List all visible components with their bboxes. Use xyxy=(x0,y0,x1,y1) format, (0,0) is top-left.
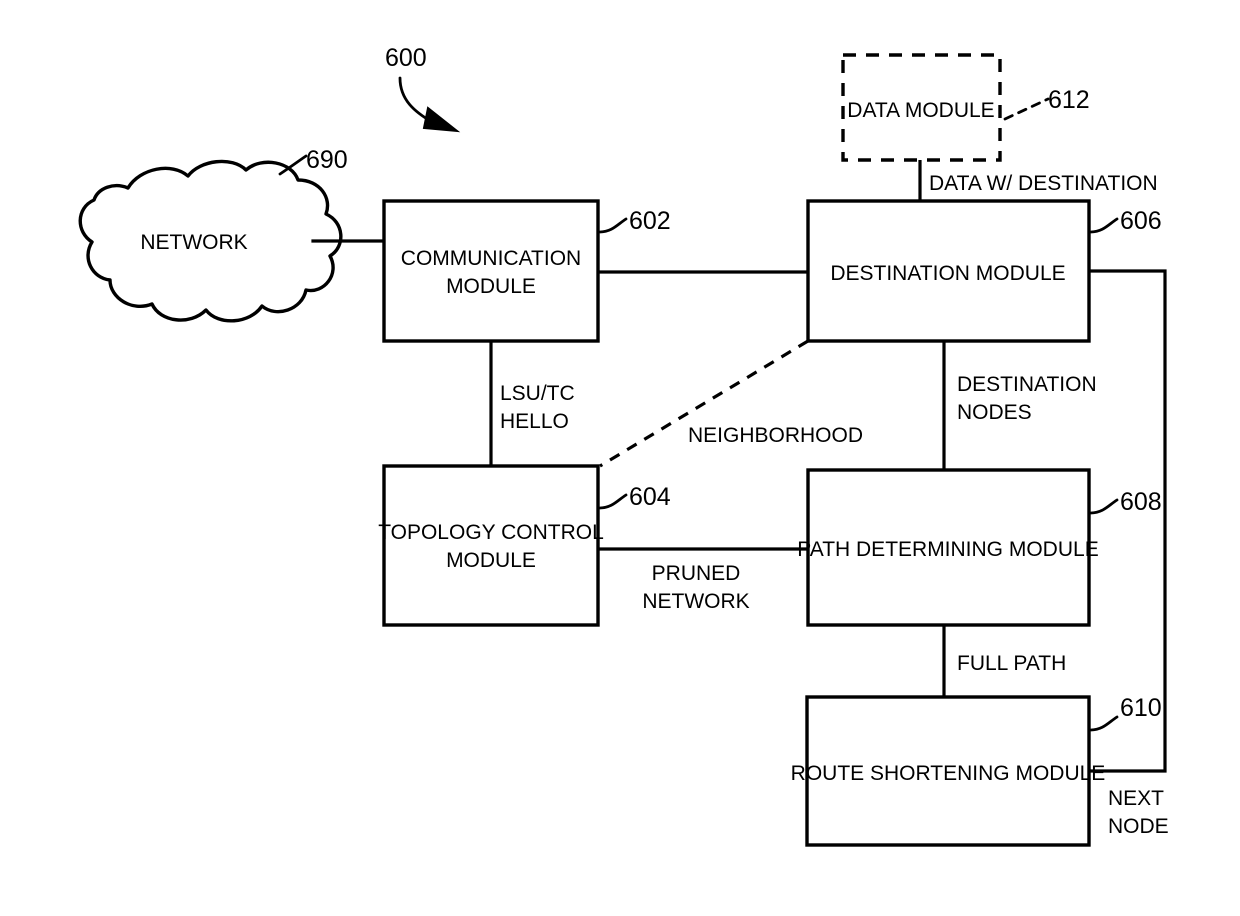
label-pruned-network-line2: NETWORK xyxy=(642,590,749,613)
label-lsu-tc-hello-line1: LSU/TC xyxy=(500,382,575,405)
route-shortening-module-label: ROUTE SHORTENING MODULE xyxy=(791,762,1106,785)
label-next-node-line2: NODE xyxy=(1108,815,1169,838)
ref-608-leader xyxy=(1089,498,1119,515)
ref-610-leader xyxy=(1089,715,1119,732)
ref-number-602: 602 xyxy=(629,207,671,235)
block-topology-control-module[interactable]: TOPOLOGY CONTROL MODULE 604 xyxy=(378,464,671,627)
communication-module-label-line1: COMMUNICATION xyxy=(401,247,581,270)
ref-606-leader xyxy=(1089,217,1119,234)
label-destination-nodes-line1: DESTINATION xyxy=(957,373,1097,396)
label-destination-nodes-line2: NODES xyxy=(957,401,1032,424)
label-neighborhood: NEIGHBORHOOD xyxy=(688,424,863,447)
ref-604-leader xyxy=(598,493,628,510)
network-cloud-label: NETWORK xyxy=(140,231,247,254)
topology-control-module-label-line1: TOPOLOGY CONTROL xyxy=(378,521,604,544)
topology-control-module-box[interactable] xyxy=(382,464,600,627)
label-next-node-line1: NEXT xyxy=(1108,787,1164,810)
figure-number-600: 600 xyxy=(385,44,427,72)
block-data-module[interactable]: DATA MODULE 612 xyxy=(841,53,1090,162)
path-determining-module-label: PATH DETERMINING MODULE xyxy=(797,538,1098,561)
label-full-path: FULL PATH xyxy=(957,652,1066,675)
block-path-determining-module[interactable]: PATH DETERMINING MODULE 608 xyxy=(797,468,1162,627)
communication-module-label-line2: MODULE xyxy=(446,275,536,298)
patent-figure-600: 600 NETWORK 690 DATA MODULE 612 COMMUNIC… xyxy=(0,0,1240,916)
line-neighborhood-dashed xyxy=(599,339,809,468)
ref-602-leader xyxy=(598,217,628,234)
data-module-label: DATA MODULE xyxy=(847,99,994,122)
ref-number-608: 608 xyxy=(1120,488,1162,516)
ref-number-604: 604 xyxy=(629,483,671,511)
network-cloud-group: NETWORK 690 xyxy=(78,146,348,323)
destination-module-label: DESTINATION MODULE xyxy=(830,262,1065,285)
figure-number-group: 600 xyxy=(385,44,461,133)
label-lsu-tc-hello-line2: HELLO xyxy=(500,410,569,433)
ref-number-690: 690 xyxy=(306,146,348,174)
ref-number-610: 610 xyxy=(1120,694,1162,722)
communication-module-box[interactable] xyxy=(382,199,600,343)
ref-number-612: 612 xyxy=(1048,86,1090,114)
ref-number-606: 606 xyxy=(1120,207,1162,235)
label-pruned-network-line1: PRUNED xyxy=(652,562,741,585)
label-data-w-destination: DATA W/ DESTINATION xyxy=(929,172,1158,195)
ref-612-leader xyxy=(1003,97,1050,121)
figure-arrow-head xyxy=(422,106,461,133)
topology-control-module-label-line2: MODULE xyxy=(446,549,536,572)
